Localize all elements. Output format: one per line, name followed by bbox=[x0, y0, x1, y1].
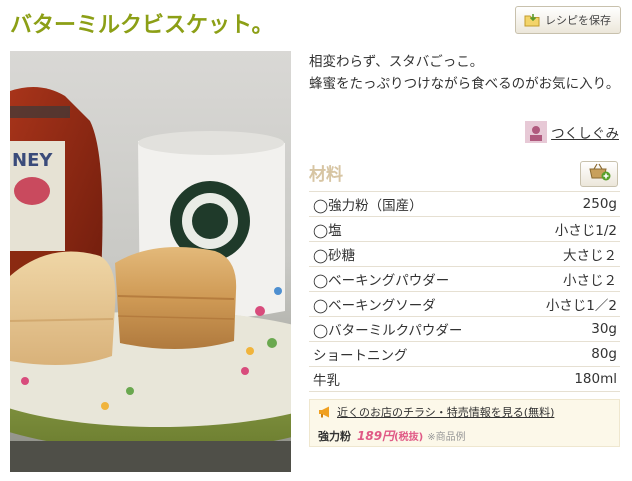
basket-add-icon bbox=[587, 163, 611, 185]
price-value: 189円 bbox=[357, 429, 395, 443]
sale-info-link[interactable]: 近くのお店のチラシ・特売情報を見る(無料) bbox=[318, 404, 611, 420]
ingredient-row: ◯強力粉（国産） 250g bbox=[309, 192, 620, 217]
ingredient-quantity: 大さじ２ bbox=[563, 248, 617, 264]
ingredient-quantity: 小さじ1／2 bbox=[545, 298, 617, 314]
ingredient-row: ◯バターミルクパウダー 30g bbox=[309, 317, 620, 342]
price-item: 強力粉 bbox=[318, 430, 351, 443]
author-link[interactable]: つくしぐみ bbox=[525, 121, 619, 143]
ingredient-quantity: 小さじ1/2 bbox=[554, 223, 617, 239]
price-tax: (税抜) bbox=[394, 432, 424, 443]
save-recipe-button[interactable]: レシピを保存 bbox=[515, 6, 621, 34]
ingredient-quantity: 80g bbox=[591, 346, 617, 362]
ingredient-quantity: 180ml bbox=[574, 371, 617, 387]
ingredient-name: 牛乳 bbox=[313, 373, 340, 389]
folder-save-icon bbox=[524, 12, 540, 28]
avatar-icon bbox=[525, 121, 548, 143]
recipe-description: 相変わらず、スタバごっこ。 蜂蜜をたっぷりつけながら食べるのがお気に入り。 bbox=[309, 54, 620, 92]
ingredient-name: ◯バターミルクパウダー bbox=[313, 323, 463, 339]
megaphone-icon bbox=[318, 406, 332, 418]
ingredient-row: ◯塩 小さじ1/2 bbox=[309, 217, 620, 242]
ingredients-heading: 材料 bbox=[309, 165, 343, 185]
price-example: 強力粉 189円 (税抜) ※商品例 bbox=[318, 427, 611, 444]
ingredient-name: ショートニング bbox=[313, 348, 408, 364]
recipe-title: バターミルクビスケット。 bbox=[10, 13, 274, 38]
ingredient-row: ◯ベーキングパウダー 小さじ２ bbox=[309, 267, 620, 292]
ingredients-table: ◯強力粉（国産） 250g ◯塩 小さじ1/2 ◯砂糖 大さじ２ ◯ベーキングパ… bbox=[309, 191, 620, 392]
ingredient-row: ◯ベーキングソーダ 小さじ1／2 bbox=[309, 292, 620, 317]
sale-info-text: 近くのお店のチラシ・特売情報を見る(無料) bbox=[337, 406, 555, 419]
price-note: ※商品例 bbox=[427, 432, 466, 443]
ingredient-quantity: 250g bbox=[582, 196, 617, 212]
save-recipe-label: レシピを保存 bbox=[545, 14, 611, 27]
ingredient-row: 牛乳 180ml bbox=[309, 367, 620, 392]
ingredient-quantity: 30g bbox=[591, 321, 617, 337]
ingredient-name: ◯強力粉（国産） bbox=[313, 198, 423, 214]
ingredient-row: ◯砂糖 大さじ２ bbox=[309, 242, 620, 267]
recipe-photo: NEY bbox=[10, 51, 291, 472]
ingredient-name: ◯ベーキングソーダ bbox=[313, 298, 436, 314]
ingredient-name: ◯ベーキングパウダー bbox=[313, 273, 450, 289]
sale-info-box: 近くのお店のチラシ・特売情報を見る(無料) 強力粉 189円 (税抜) ※商品例 bbox=[309, 399, 620, 447]
ingredient-name: ◯砂糖 bbox=[313, 248, 356, 264]
ingredient-row: ショートニング 80g bbox=[309, 342, 620, 367]
ingredient-quantity: 小さじ２ bbox=[563, 273, 617, 289]
ingredient-name: ◯塩 bbox=[313, 223, 342, 239]
svg-text:NEY: NEY bbox=[12, 150, 53, 171]
author-name: つくしぐみ bbox=[551, 126, 619, 142]
add-to-list-button[interactable] bbox=[580, 161, 618, 187]
